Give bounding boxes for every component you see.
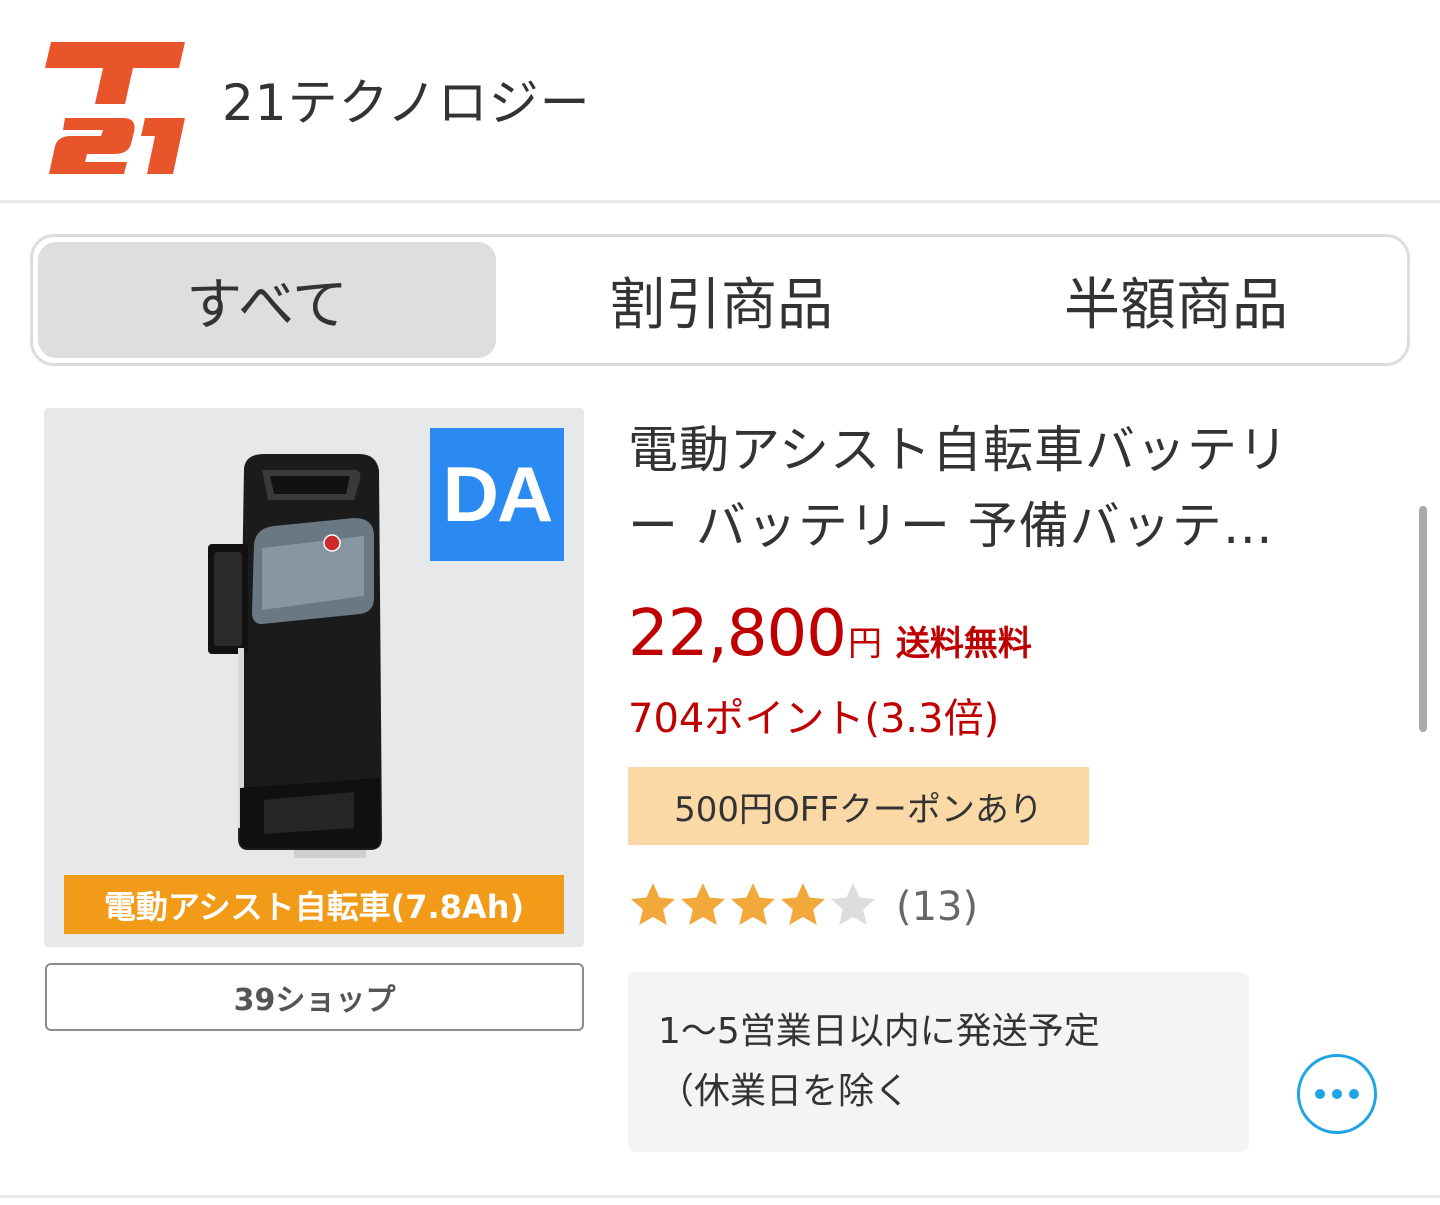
delivery-line2: （休業日を除く <box>658 1071 911 1112</box>
review-count: (13) <box>896 884 979 930</box>
shop-header: 21テクノロジー <box>0 0 1440 203</box>
more-options-button[interactable] <box>1297 1054 1377 1134</box>
divider <box>0 1195 1440 1198</box>
battery-product-image <box>208 454 382 858</box>
tab-half-price[interactable]: 半額商品 <box>946 242 1406 358</box>
filter-tabs: すべて 割引商品 半額商品 <box>30 234 1410 366</box>
delivery-info: 1〜5営業日以内に発送予定 （休業日を除く <box>628 972 1249 1152</box>
points-text: 704ポイント(3.3倍) <box>628 696 1000 742</box>
da-badge: DA <box>430 428 564 561</box>
more-dots-icon <box>1315 1089 1325 1099</box>
star-icon <box>681 883 725 925</box>
product-image[interactable]: DA 電動アシスト自転車(7.8Ah) <box>44 408 584 947</box>
star-rating <box>628 880 878 934</box>
star-icon <box>831 883 875 925</box>
coupon-badge[interactable]: 500円OFFクーポンあり <box>628 767 1089 845</box>
shop-logo-icon[interactable] <box>45 38 185 176</box>
star-icon <box>731 883 775 925</box>
shop-name[interactable]: 21テクノロジー <box>222 70 591 136</box>
product-title-line2: ー バッテリー 予備バッテ… <box>628 497 1274 555</box>
image-caption: 電動アシスト自転車(7.8Ah) <box>64 875 564 934</box>
rating[interactable]: (13) <box>628 877 978 937</box>
product-title-line1: 電動アシスト自転車バッテリ <box>628 421 1289 479</box>
shop-link-button[interactable]: 39ショップ <box>45 963 584 1031</box>
scrollbar[interactable] <box>1419 506 1427 732</box>
price: 22,800 <box>628 597 847 671</box>
more-dots-icon <box>1332 1089 1342 1099</box>
more-dots-icon <box>1349 1089 1359 1099</box>
delivery-line1: 1〜5営業日以内に発送予定 <box>658 1011 1100 1052</box>
tab-discount[interactable]: 割引商品 <box>496 242 946 358</box>
price-row: 22,800円 送料無料 <box>628 596 1032 676</box>
shipping-badge: 送料無料 <box>895 624 1032 664</box>
star-icon <box>781 883 825 925</box>
star-icon <box>631 883 675 925</box>
price-unit: 円 <box>847 624 882 664</box>
tab-all[interactable]: すべて <box>38 242 496 358</box>
product-title[interactable]: 電動アシスト自転車バッテリ ー バッテリー 予備バッテ… <box>628 412 1368 564</box>
